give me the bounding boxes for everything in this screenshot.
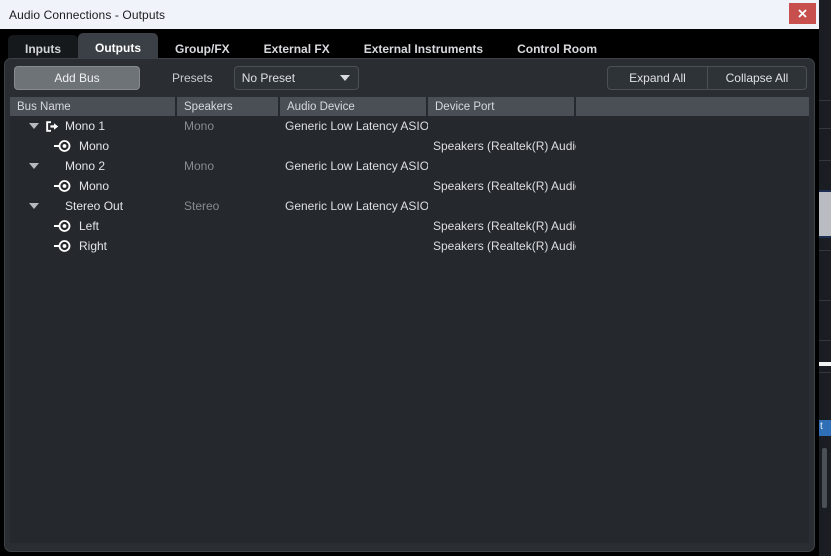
bus-name-label: Right [79, 239, 108, 253]
background-scrollbar-thumb[interactable] [822, 448, 827, 508]
bus-name-label: Mono 2 [65, 159, 106, 173]
window-title: Audio Connections - Outputs [9, 7, 166, 22]
bus-table: Bus Name Speakers Audio Device Device Port … [10, 97, 809, 543]
background-audio-clip [819, 190, 831, 238]
expand-all-button[interactable]: Expand All [608, 67, 707, 89]
preset-dropdown[interactable]: No Preset [233, 66, 359, 90]
cell-spacer [576, 176, 809, 196]
cell-spacer [576, 236, 809, 256]
cell-bus-name: Mono 2 [10, 156, 177, 176]
close-icon [798, 9, 807, 18]
cell-spacer [576, 196, 809, 216]
cell-spacer [576, 116, 809, 136]
audio-port-icon-wrap [54, 140, 76, 152]
bus-name-label: Stereo Out [65, 199, 124, 213]
column-header-device-port[interactable]: Device Port [428, 97, 574, 116]
triangle-down-icon[interactable] [28, 163, 40, 169]
cell-speakers[interactable]: Mono [177, 156, 280, 176]
collapse-all-button[interactable]: Collapse All [707, 67, 806, 89]
background-app-strip: t [818, 0, 831, 556]
cell-device-port[interactable] [428, 116, 576, 136]
toolbar: Add Bus Presets No Preset Expand All Col… [5, 59, 814, 97]
cell-audio-device[interactable]: Generic Low Latency ASIO D [280, 196, 428, 216]
triangle-down-icon[interactable] [28, 203, 40, 209]
cell-device-port[interactable]: Speakers (Realtek(R) Audio) [428, 176, 576, 196]
background-taskbar-label: t [818, 420, 831, 436]
bus-name-label: Left [79, 219, 100, 233]
cell-speakers[interactable] [177, 136, 280, 156]
cell-speakers[interactable]: Stereo [177, 196, 280, 216]
audio-port-icon [54, 240, 71, 252]
cell-device-port[interactable]: Speakers (Realtek(R) Audio) [428, 236, 576, 256]
cell-bus-name: Left [10, 216, 177, 236]
cell-device-port[interactable] [428, 196, 576, 216]
cell-device-port[interactable]: Speakers (Realtek(R) Audio) [428, 216, 576, 236]
table-body: Mono 1 Mono Generic Low Latency ASIO D Mono… [10, 116, 809, 256]
cell-speakers[interactable] [177, 176, 280, 196]
audio-port-icon-wrap [54, 240, 76, 252]
window-titlebar: Audio Connections - Outputs [0, 0, 819, 29]
bus-name-label: Mono [79, 139, 110, 153]
column-header-bus-name[interactable]: Bus Name [10, 97, 175, 116]
presets-label: Presets [172, 71, 213, 85]
channel-row[interactable]: Mono Speakers (Realtek(R) Audio) [10, 176, 809, 196]
audio-port-icon [54, 140, 71, 152]
cell-device-port[interactable]: Speakers (Realtek(R) Audio) [428, 136, 576, 156]
table-header-row: Bus Name Speakers Audio Device Device Port [10, 97, 809, 116]
cell-audio-device[interactable] [280, 176, 428, 196]
cell-audio-device[interactable] [280, 216, 428, 236]
column-header-audio-device[interactable]: Audio Device [280, 97, 426, 116]
cell-audio-device[interactable]: Generic Low Latency ASIO D [280, 156, 428, 176]
triangle-down-icon[interactable] [28, 123, 40, 129]
audio-connections-window: Audio Connections - Outputs Inputs Output… [0, 0, 819, 556]
channel-row[interactable]: Mono Speakers (Realtek(R) Audio) [10, 136, 809, 156]
cell-audio-device[interactable]: Generic Low Latency ASIO D [280, 116, 428, 136]
dialog-body: Add Bus Presets No Preset Expand All Col… [4, 58, 815, 552]
bus-name-label: Mono 1 [65, 119, 106, 133]
bus-row[interactable]: Mono 1 Mono Generic Low Latency ASIO D [10, 116, 809, 136]
cell-speakers[interactable] [177, 236, 280, 256]
audio-port-icon [54, 220, 71, 232]
cell-bus-name: Stereo Out [10, 196, 177, 216]
cell-bus-name: Mono [10, 176, 177, 196]
cell-spacer [576, 156, 809, 176]
bus-row[interactable]: Mono 2 Mono Generic Low Latency ASIO D [10, 156, 809, 176]
output-bus-icon [46, 120, 59, 132]
channel-row[interactable]: Left Speakers (Realtek(R) Audio) [10, 216, 809, 236]
cell-spacer [576, 216, 809, 236]
audio-port-icon [54, 180, 71, 192]
chevron-down-icon [339, 75, 350, 81]
cell-audio-device[interactable] [280, 236, 428, 256]
audio-port-icon-wrap [54, 220, 76, 232]
audio-port-icon-wrap [54, 180, 76, 192]
channel-row[interactable]: Right Speakers (Realtek(R) Audio) [10, 236, 809, 256]
cell-bus-name: Mono 1 [10, 116, 177, 136]
cell-audio-device[interactable] [280, 136, 428, 156]
cell-bus-name: Mono [10, 136, 177, 156]
bus-row[interactable]: Stereo Out Stereo Generic Low Latency ASIO… [10, 196, 809, 216]
screen: t Audio Connections - Outputs Inputs Outp… [0, 0, 831, 556]
cell-bus-name: Right [10, 236, 177, 256]
column-header-speakers[interactable]: Speakers [177, 97, 278, 116]
output-bus-icon-wrap [45, 120, 64, 133]
cell-device-port[interactable] [428, 156, 576, 176]
add-bus-button[interactable]: Add Bus [14, 66, 140, 90]
bus-name-label: Mono [79, 179, 110, 193]
expand-collapse-group: Expand All Collapse All [607, 66, 807, 90]
cell-spacer [576, 136, 809, 156]
column-header-blank[interactable] [576, 97, 809, 116]
close-button[interactable] [789, 3, 816, 24]
preset-dropdown-value: No Preset [241, 71, 296, 85]
cell-speakers[interactable] [177, 216, 280, 236]
cell-speakers[interactable]: Mono [177, 116, 280, 136]
